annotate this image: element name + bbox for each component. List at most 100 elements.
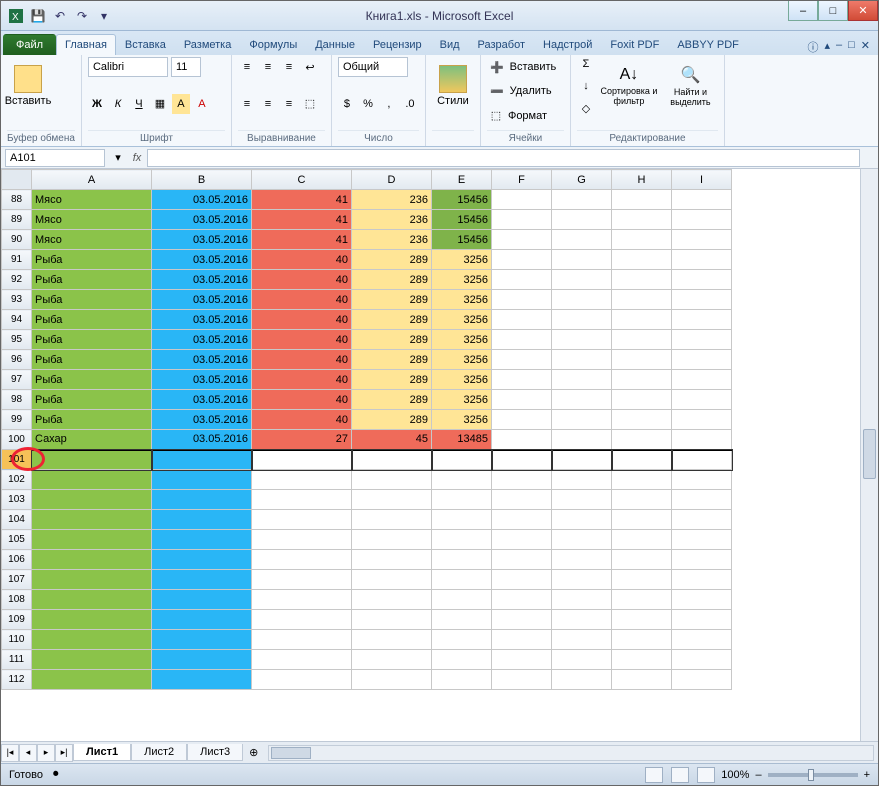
cell[interactable]: [352, 670, 432, 690]
undo-icon[interactable]: ↶: [51, 7, 69, 25]
cell[interactable]: [432, 530, 492, 550]
col-header-I[interactable]: I: [672, 170, 732, 190]
cell[interactable]: [552, 350, 612, 370]
cell[interactable]: [672, 630, 732, 650]
cell[interactable]: [432, 670, 492, 690]
cell[interactable]: [552, 670, 612, 690]
cell[interactable]: [612, 190, 672, 210]
format-cells-button[interactable]: ⬚: [487, 106, 505, 126]
cell[interactable]: 15456: [432, 190, 492, 210]
paste-button[interactable]: Вставить: [7, 57, 49, 115]
border-button[interactable]: ▦: [151, 94, 169, 114]
cell[interactable]: [552, 570, 612, 590]
cell[interactable]: [32, 510, 152, 530]
qat-more-icon[interactable]: ▾: [95, 7, 113, 25]
maximize-button[interactable]: □: [818, 1, 848, 21]
view-normal-button[interactable]: [645, 767, 663, 783]
row-header-106[interactable]: 106: [2, 550, 32, 570]
cell[interactable]: [352, 630, 432, 650]
cell[interactable]: [252, 650, 352, 670]
tab-разработ[interactable]: Разработ: [469, 34, 534, 55]
new-sheet-button[interactable]: ⊕: [243, 746, 264, 759]
sheet-tab-Лист1[interactable]: Лист1: [73, 744, 131, 761]
cell[interactable]: [552, 330, 612, 350]
cell[interactable]: [432, 570, 492, 590]
zoom-slider[interactable]: [768, 773, 858, 777]
col-header-A[interactable]: A: [32, 170, 152, 190]
row-header-109[interactable]: 109: [2, 610, 32, 630]
cell[interactable]: [672, 650, 732, 670]
cell[interactable]: [252, 530, 352, 550]
row-header-111[interactable]: 111: [2, 650, 32, 670]
row-header-90[interactable]: 90: [2, 230, 32, 250]
cell[interactable]: 03.05.2016: [152, 350, 252, 370]
cell[interactable]: [492, 530, 552, 550]
tab-file[interactable]: Файл: [3, 34, 56, 55]
cell[interactable]: [152, 570, 252, 590]
cell[interactable]: 3256: [432, 350, 492, 370]
cell[interactable]: Рыба: [32, 250, 152, 270]
cell[interactable]: [672, 530, 732, 550]
cell[interactable]: [612, 450, 672, 470]
tab-данные[interactable]: Данные: [306, 34, 364, 55]
cell[interactable]: [352, 610, 432, 630]
cell[interactable]: 3256: [432, 390, 492, 410]
cell[interactable]: 289: [352, 390, 432, 410]
cell[interactable]: [612, 370, 672, 390]
cell[interactable]: [552, 470, 612, 490]
tab-разметка[interactable]: Разметка: [175, 34, 241, 55]
cell[interactable]: [492, 510, 552, 530]
cell[interactable]: [612, 570, 672, 590]
cell[interactable]: [492, 190, 552, 210]
cell[interactable]: Рыба: [32, 370, 152, 390]
underline-button[interactable]: Ч: [130, 94, 148, 114]
cell[interactable]: [612, 630, 672, 650]
cell[interactable]: [552, 250, 612, 270]
styles-button[interactable]: Стили: [432, 57, 474, 115]
row-header-97[interactable]: 97: [2, 370, 32, 390]
cell[interactable]: 40: [252, 370, 352, 390]
cell[interactable]: 03.05.2016: [152, 330, 252, 350]
cell[interactable]: [252, 490, 352, 510]
cell[interactable]: 289: [352, 350, 432, 370]
cell[interactable]: [612, 650, 672, 670]
cell[interactable]: [432, 470, 492, 490]
merge-button[interactable]: ⬚: [301, 94, 319, 114]
cell[interactable]: [672, 470, 732, 490]
tab-формулы[interactable]: Формулы: [240, 34, 306, 55]
cell[interactable]: [672, 550, 732, 570]
doc-minimize-icon[interactable]: –: [836, 39, 842, 55]
cell[interactable]: [672, 230, 732, 250]
cell[interactable]: [612, 210, 672, 230]
cell[interactable]: [252, 450, 352, 470]
col-header-C[interactable]: C: [252, 170, 352, 190]
cell[interactable]: 03.05.2016: [152, 230, 252, 250]
cell[interactable]: [492, 610, 552, 630]
row-header-99[interactable]: 99: [2, 410, 32, 430]
cell[interactable]: [352, 490, 432, 510]
cell[interactable]: [552, 490, 612, 510]
cell[interactable]: [492, 210, 552, 230]
cell[interactable]: [612, 390, 672, 410]
cell[interactable]: [492, 490, 552, 510]
cell[interactable]: 236: [352, 190, 432, 210]
font-name-select[interactable]: [88, 57, 168, 77]
cell[interactable]: [432, 610, 492, 630]
cell[interactable]: 236: [352, 230, 432, 250]
cell[interactable]: [492, 630, 552, 650]
row-header-102[interactable]: 102: [2, 470, 32, 490]
col-header-F[interactable]: F: [492, 170, 552, 190]
cell[interactable]: [552, 230, 612, 250]
currency-button[interactable]: $: [338, 94, 356, 114]
cell[interactable]: [552, 530, 612, 550]
row-header-107[interactable]: 107: [2, 570, 32, 590]
namebox-dropdown-icon[interactable]: ▾: [109, 148, 127, 168]
tab-вид[interactable]: Вид: [431, 34, 469, 55]
cell[interactable]: [612, 410, 672, 430]
cell[interactable]: [672, 570, 732, 590]
cell[interactable]: [552, 270, 612, 290]
cell[interactable]: 03.05.2016: [152, 290, 252, 310]
sheet-tab-Лист2[interactable]: Лист2: [131, 744, 187, 761]
cell[interactable]: [492, 310, 552, 330]
delete-cells-button[interactable]: ➖: [487, 81, 507, 101]
